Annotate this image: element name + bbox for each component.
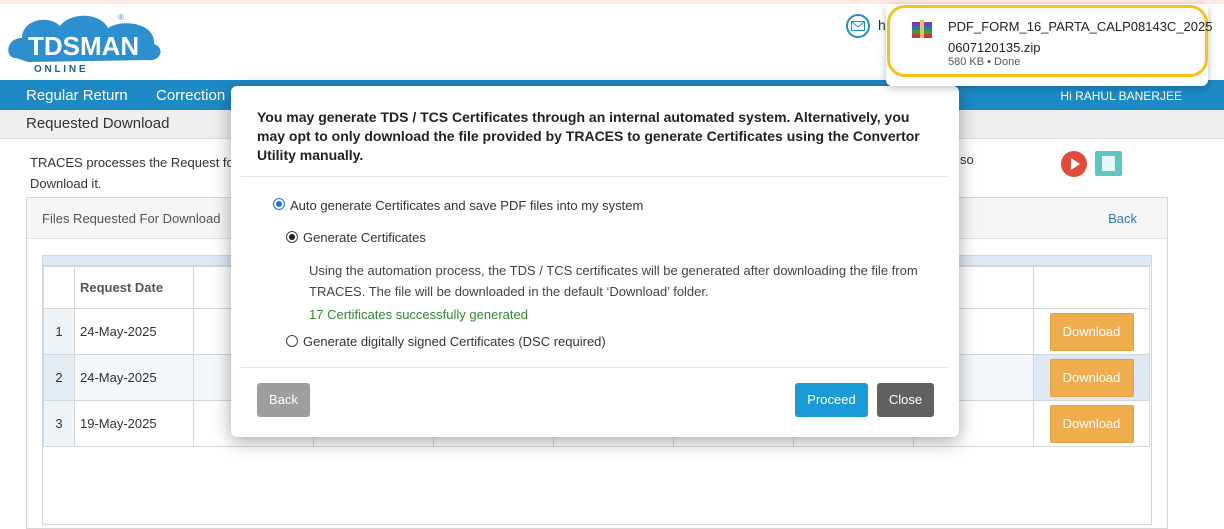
generate-certificates-radio[interactable] bbox=[286, 231, 298, 243]
dialog-divider-top bbox=[241, 176, 949, 177]
download-filename-line-2: 0607120135.zip bbox=[948, 40, 1041, 55]
automation-description: Using the automation process, the TDS / … bbox=[309, 263, 918, 299]
panel-back-link[interactable]: Back bbox=[1108, 211, 1137, 226]
row-index: 3 bbox=[43, 400, 75, 447]
dialog-divider-bottom bbox=[241, 367, 949, 368]
request-date-cell: 24-May-2025 bbox=[74, 308, 194, 355]
proceed-button[interactable]: Proceed bbox=[795, 383, 868, 417]
certificate-generation-dialog: You may generate TDS / TCS Certificates … bbox=[231, 86, 959, 437]
request-date-cell: 24-May-2025 bbox=[74, 354, 194, 401]
download-filename[interactable]: PDF_FORM_16_PARTA_CALP08143C_2025 060712… bbox=[948, 16, 1213, 58]
close-button[interactable]: Close bbox=[877, 383, 934, 417]
info-text-tail: so bbox=[960, 152, 974, 167]
auto-generate-radio[interactable] bbox=[273, 198, 285, 210]
column-header-request-date[interactable]: Request Date bbox=[74, 266, 194, 309]
panel-title: Files Requested For Download bbox=[42, 211, 221, 226]
request-date-cell: 19-May-2025 bbox=[74, 400, 194, 447]
info-text-line-2: Download it. bbox=[30, 176, 102, 191]
download-filename-line-1: PDF_FORM_16_PARTA_CALP08143C_2025 bbox=[948, 19, 1213, 34]
column-header-action bbox=[1033, 266, 1150, 309]
info-text-line-1: TRACES processes the Request for bbox=[30, 155, 239, 170]
mail-icon[interactable] bbox=[846, 14, 870, 38]
logo-wordmark: TDSMAN bbox=[28, 31, 139, 61]
logo-subtitle: O N L I N E bbox=[34, 64, 86, 74]
user-greeting[interactable]: Hi RAHUL BANERJEE bbox=[1060, 89, 1182, 103]
generate-dsc-radio[interactable] bbox=[286, 335, 298, 347]
back-button[interactable]: Back bbox=[257, 383, 310, 417]
download-button[interactable]: Download bbox=[1049, 312, 1134, 351]
download-button[interactable]: Download bbox=[1049, 404, 1134, 443]
document-icon[interactable] bbox=[1095, 151, 1122, 176]
row-index: 1 bbox=[43, 308, 75, 355]
column-header-index bbox=[43, 266, 75, 309]
generate-certificates-label[interactable]: Generate Certificates bbox=[303, 230, 426, 245]
download-status: 580 KB • Done bbox=[948, 56, 1021, 68]
generate-dsc-label[interactable]: Generate digitally signed Certificates (… bbox=[303, 334, 606, 349]
dialog-heading: You may generate TDS / TCS Certificates … bbox=[257, 109, 920, 163]
play-video-icon[interactable] bbox=[1061, 151, 1087, 177]
row-index: 2 bbox=[43, 354, 75, 401]
tdsman-logo[interactable]: TDSMAN O N L I N E ® bbox=[8, 10, 163, 75]
header-link-partial[interactable]: h bbox=[878, 17, 886, 33]
nav-item-correction[interactable]: Correction bbox=[156, 87, 225, 104]
info-text: TRACES processes the Request for Downloa… bbox=[30, 152, 240, 194]
registered-mark: ® bbox=[118, 13, 124, 22]
success-message: 17 Certificates successfully generated bbox=[309, 307, 528, 322]
download-button[interactable]: Download bbox=[1049, 358, 1134, 397]
nav-item-regular-return[interactable]: Regular Return bbox=[26, 87, 128, 104]
page-title: Requested Download bbox=[26, 115, 170, 132]
zip-archive-icon[interactable] bbox=[912, 20, 932, 38]
auto-generate-label[interactable]: Auto generate Certificates and save PDF … bbox=[290, 198, 643, 213]
